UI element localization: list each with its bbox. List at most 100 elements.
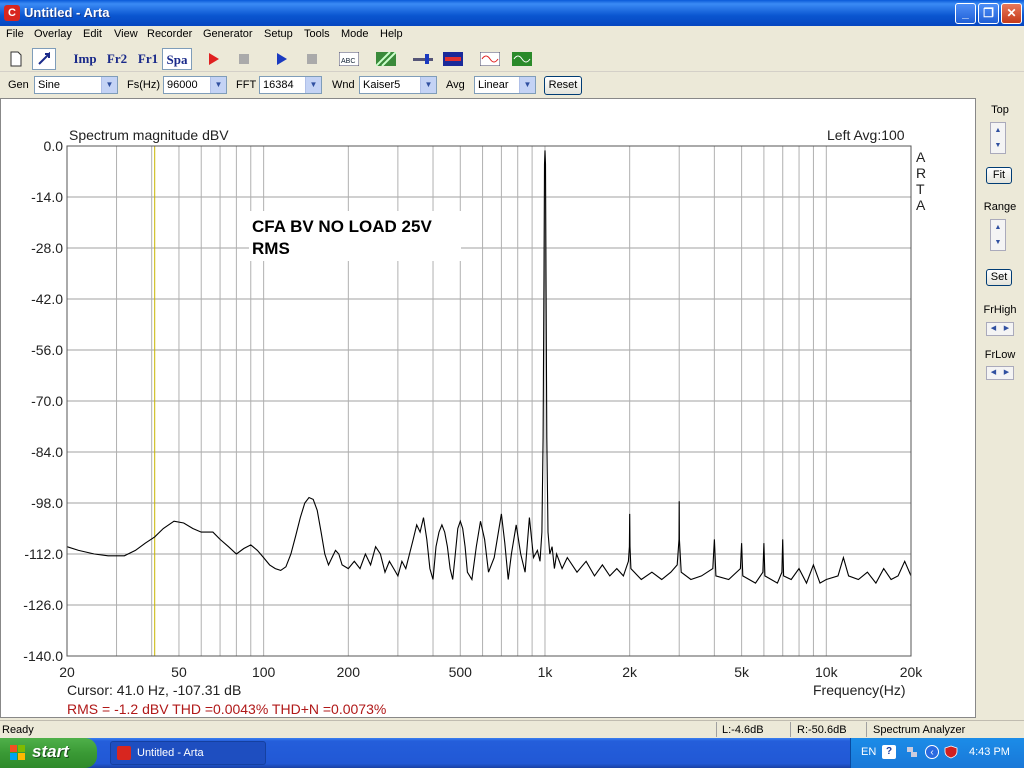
- spa-mode-button[interactable]: Spa: [162, 48, 192, 70]
- menu-overlay[interactable]: Overlay: [34, 28, 72, 40]
- annotation-line-1: CFA BV NO LOAD 25V: [252, 217, 432, 236]
- generator-stop-icon[interactable]: [300, 48, 324, 70]
- help-icon[interactable]: ?: [882, 745, 896, 759]
- channel-avg-info: Left Avg:100: [827, 127, 905, 143]
- y-tick-label: -98.0: [31, 495, 63, 511]
- menu-tools[interactable]: Tools: [304, 28, 330, 40]
- scope-icon[interactable]: [478, 48, 502, 70]
- status-mode: Spectrum Analyzer: [873, 724, 966, 736]
- avg-label: Avg: [446, 79, 465, 91]
- chevron-up-icon[interactable]: ▲: [991, 123, 1005, 138]
- record-play-icon[interactable]: [202, 48, 226, 70]
- spectrum-chart[interactable]: 0.0 -14.0 -28.0 -42.0 -56.0 -70.0 -84.0 -98.0 -1…: [1, 99, 975, 717]
- security-shield-icon[interactable]: [944, 745, 958, 759]
- menu-setup[interactable]: Setup: [264, 28, 293, 40]
- status-right-level: R:-50.6dB: [797, 724, 847, 736]
- x-tick-label: 100: [252, 664, 276, 680]
- spectrum-plot-panel[interactable]: 0.0 -14.0 -28.0 -42.0 -56.0 -70.0 -84.0 -98.0 -1…: [0, 98, 976, 718]
- annotation-line-2: RMS: [252, 239, 290, 258]
- network-icon[interactable]: [905, 745, 919, 759]
- menu-help[interactable]: Help: [380, 28, 403, 40]
- chevron-up-icon[interactable]: ▲: [991, 220, 1005, 235]
- x-tick-label: 50: [171, 664, 187, 680]
- taskbar-item-label: Untitled - Arta: [137, 747, 204, 759]
- wnd-value: Kaiser5: [363, 79, 401, 91]
- meter-icon[interactable]: [441, 48, 465, 70]
- spectrum-series-line: [66, 150, 912, 585]
- y-tick-label: -140.0: [23, 648, 63, 664]
- reset-button[interactable]: Reset: [544, 76, 582, 95]
- stop-icon[interactable]: [232, 48, 256, 70]
- x-tick-label: 1k: [538, 664, 554, 680]
- menu-generator[interactable]: Generator: [203, 28, 253, 40]
- hatch-icon[interactable]: [374, 48, 398, 70]
- taskbar: start Untitled - Arta EN ? ‹ 4:43 PM: [0, 738, 1024, 768]
- status-left-level: L:-4.6dB: [722, 724, 764, 736]
- slider-icon[interactable]: [411, 48, 435, 70]
- clock[interactable]: 4:43 PM: [969, 746, 1010, 758]
- y-tick-label: -84.0: [31, 444, 63, 460]
- x-tick-labels: 20 50 100 200 500 1k 2k 5k 10k 20k: [59, 664, 923, 680]
- start-label: start: [32, 742, 69, 761]
- grid: [66, 145, 912, 657]
- frhigh-label: FrHigh: [983, 304, 1017, 316]
- signal-generator-icon[interactable]: [510, 48, 534, 70]
- close-button[interactable]: ✕: [1001, 3, 1022, 24]
- chevron-down-icon: ▼: [101, 77, 117, 93]
- menu-file[interactable]: File: [6, 28, 24, 40]
- new-file-icon[interactable]: [4, 48, 28, 70]
- x-tick-label: 20k: [900, 664, 924, 680]
- frlow-spinner[interactable]: ◀ ▶: [986, 366, 1014, 380]
- fr2-mode-button[interactable]: Fr2: [102, 48, 132, 70]
- generator-play-icon[interactable]: [270, 48, 294, 70]
- x-tick-label: 20: [59, 664, 75, 680]
- minimize-button[interactable]: _: [955, 3, 976, 24]
- x-tick-label: 5k: [734, 664, 750, 680]
- menu-view[interactable]: View: [114, 28, 138, 40]
- cursor-tool-icon[interactable]: [32, 48, 56, 70]
- chevron-left-icon[interactable]: ◀: [987, 367, 1000, 379]
- chevron-down-icon: ▼: [210, 77, 226, 93]
- label-abc-icon[interactable]: ABC: [337, 48, 361, 70]
- parameter-bar: Gen Sine ▼ Fs(Hz) 96000 ▼ FFT 16384 ▼ Wnd K…: [0, 73, 1024, 97]
- range-spinner[interactable]: ▲ ▼: [990, 219, 1006, 251]
- menu-edit[interactable]: Edit: [83, 28, 102, 40]
- back-arrow-icon[interactable]: ‹: [925, 745, 939, 759]
- gen-value: Sine: [38, 79, 61, 91]
- brand-letter-a1: A: [916, 149, 926, 165]
- chevron-down-icon[interactable]: ▼: [991, 235, 1005, 250]
- x-axis-label: Frequency(Hz): [813, 682, 906, 698]
- status-divider: [790, 722, 791, 737]
- set-button[interactable]: Set: [986, 269, 1012, 286]
- top-spinner[interactable]: ▲ ▼: [990, 122, 1006, 154]
- title-bar[interactable]: C Untitled - Arta _ ❐ ✕: [0, 0, 1024, 26]
- fs-select[interactable]: 96000 ▼: [163, 76, 227, 94]
- brand-letter-r: R: [916, 165, 926, 181]
- chevron-down-icon: ▼: [519, 77, 535, 93]
- fr1-mode-button[interactable]: Fr1: [133, 48, 163, 70]
- menu-recorder[interactable]: Recorder: [147, 28, 192, 40]
- y-tick-label: -126.0: [23, 597, 63, 613]
- menu-mode[interactable]: Mode: [341, 28, 369, 40]
- windows-logo-icon: [10, 745, 25, 760]
- chevron-down-icon: ▼: [305, 77, 321, 93]
- gen-select[interactable]: Sine ▼: [34, 76, 118, 94]
- fft-select[interactable]: 16384 ▼: [259, 76, 322, 94]
- chevron-right-icon[interactable]: ▶: [1000, 367, 1013, 379]
- impulse-mode-button[interactable]: Imp: [70, 48, 100, 70]
- taskbar-item-arta[interactable]: Untitled - Arta: [110, 741, 266, 765]
- wnd-select[interactable]: Kaiser5 ▼: [359, 76, 437, 94]
- frhigh-spinner[interactable]: ◀ ▶: [986, 322, 1014, 336]
- app-icon[interactable]: C: [4, 5, 20, 21]
- start-button[interactable]: start: [0, 738, 97, 768]
- chevron-left-icon[interactable]: ◀: [987, 323, 1000, 335]
- x-tick-label: 200: [337, 664, 361, 680]
- avg-select[interactable]: Linear ▼: [474, 76, 536, 94]
- gen-label: Gen: [8, 79, 29, 91]
- language-indicator[interactable]: EN: [861, 746, 876, 758]
- fit-button[interactable]: Fit: [986, 167, 1012, 184]
- chevron-down-icon[interactable]: ▼: [991, 138, 1005, 153]
- chevron-right-icon[interactable]: ▶: [1000, 323, 1013, 335]
- maximize-button[interactable]: ❐: [978, 3, 999, 24]
- y-tick-label: -14.0: [31, 189, 63, 205]
